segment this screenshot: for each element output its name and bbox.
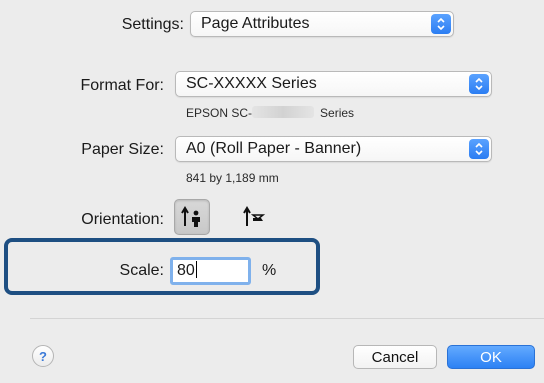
scale-label: Scale: <box>119 262 164 279</box>
ok-button[interactable]: OK <box>447 345 535 369</box>
footer-divider <box>30 318 544 319</box>
printer-model-suffix: Series <box>320 106 355 120</box>
paper-size-value: A0 (Roll Paper - Banner) <box>186 140 362 157</box>
format-for-value: SC-XXXXX Series <box>186 75 317 92</box>
scale-value: 80 <box>177 262 195 279</box>
orientation-label: Orientation: <box>81 211 164 228</box>
redacted-model-number <box>252 106 315 118</box>
portrait-icon <box>181 206 200 227</box>
landscape-icon <box>243 206 266 226</box>
settings-label: Settings: <box>121 16 184 33</box>
text-caret <box>195 261 197 278</box>
paper-size-popup[interactable]: A0 (Roll Paper - Banner) <box>175 136 492 162</box>
paper-dimensions: 841 by 1,189 mm <box>186 171 279 185</box>
landscape-orientation-button[interactable] <box>236 199 272 235</box>
popup-arrows-icon <box>469 74 489 94</box>
popup-arrows-icon <box>431 14 451 34</box>
paper-size-label: Paper Size: <box>81 141 164 158</box>
scale-unit: % <box>262 262 277 279</box>
portrait-orientation-button[interactable] <box>174 199 210 235</box>
cancel-button[interactable]: Cancel <box>353 345 437 369</box>
scale-input[interactable]: 80 <box>170 257 251 285</box>
settings-value: Page Attributes <box>201 15 310 32</box>
help-button[interactable]: ? <box>32 345 54 367</box>
printer-model-prefix: EPSON SC- <box>186 106 253 120</box>
page-setup-dialog: Settings: Page Attributes Format For: SC… <box>0 0 544 383</box>
format-for-popup[interactable]: SC-XXXXX Series <box>175 71 492 97</box>
format-for-label: Format For: <box>80 77 164 94</box>
settings-popup[interactable]: Page Attributes <box>190 11 454 37</box>
printer-model-subtext: EPSON SC- Series <box>186 106 354 120</box>
popup-arrows-icon <box>469 139 489 159</box>
